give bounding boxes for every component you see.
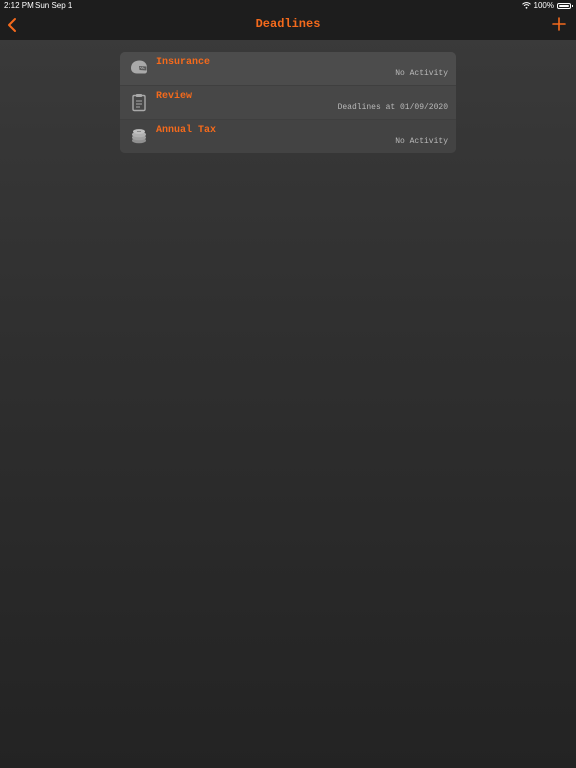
item-title: Insurance bbox=[156, 57, 211, 68]
item-status: No Activity bbox=[395, 137, 448, 146]
deadlines-list: Insurance No Activity Review Deadlines a… bbox=[120, 52, 456, 153]
clipboard-icon bbox=[129, 92, 149, 112]
plus-icon bbox=[552, 17, 566, 31]
battery-percent: 100% bbox=[533, 1, 554, 10]
item-status: Deadlines at 01/09/2020 bbox=[337, 103, 448, 112]
add-button[interactable] bbox=[552, 17, 566, 31]
status-bar: 2:12 PM Sun Sep 1 100% bbox=[0, 0, 576, 12]
helmet-icon bbox=[129, 58, 149, 78]
list-item-insurance[interactable]: Insurance No Activity bbox=[120, 52, 456, 86]
item-title: Review bbox=[156, 91, 193, 102]
status-right: 100% bbox=[521, 1, 573, 10]
item-status: No Activity bbox=[395, 69, 448, 78]
list-item-annual-tax[interactable]: Annual Tax No Activity bbox=[120, 120, 456, 153]
wifi-icon bbox=[521, 2, 531, 9]
status-date: Sun Sep 1 bbox=[35, 1, 73, 10]
item-title: Annual Tax bbox=[156, 125, 217, 136]
coin-stack-icon bbox=[129, 126, 149, 146]
page-title: Deadlines bbox=[255, 17, 321, 31]
navigation-bar: 2:12 PM Sun Sep 1 100% Deadlines bbox=[0, 0, 576, 40]
status-time: 2:12 PM bbox=[4, 1, 34, 10]
battery-icon bbox=[557, 2, 573, 9]
list-item-review[interactable]: Review Deadlines at 01/09/2020 bbox=[120, 86, 456, 120]
